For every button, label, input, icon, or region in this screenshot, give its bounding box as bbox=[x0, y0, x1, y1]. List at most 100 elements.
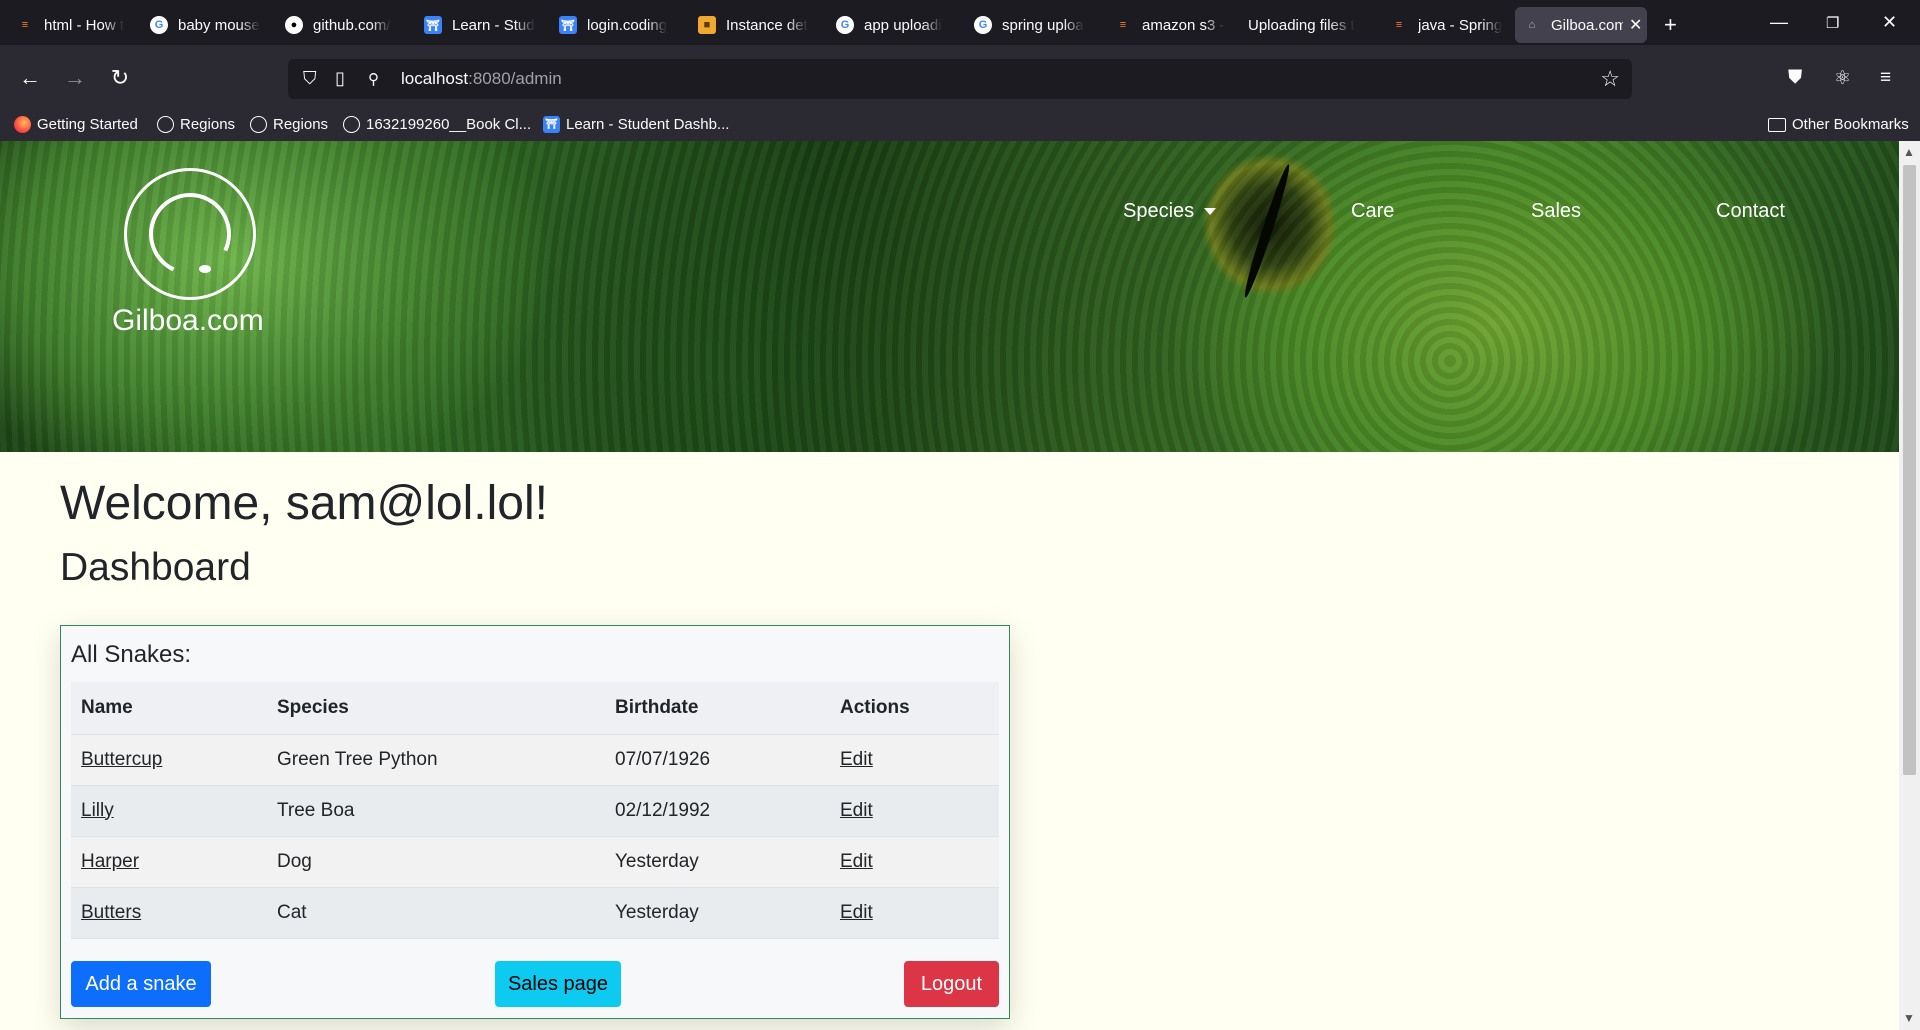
page-scrollbar[interactable]: ▲ ▼ bbox=[1899, 141, 1920, 1030]
tab-label: baby mouse bbox=[178, 16, 260, 34]
scrollbar-thumb[interactable] bbox=[1903, 165, 1916, 775]
tab-strip: ≡ html - How t G baby mouse ● github.com… bbox=[0, 0, 1920, 45]
gilboa-logo-icon[interactable] bbox=[124, 168, 256, 300]
nav-sales[interactable]: Sales bbox=[1531, 200, 1581, 223]
url-text[interactable]: localhost:8080/admin bbox=[401, 69, 562, 89]
tab-label: Instance det bbox=[726, 16, 808, 34]
tab-learn-student[interactable]: ⛩ Learn - Stud bbox=[416, 7, 541, 43]
bookmark-label: Regions bbox=[273, 116, 329, 133]
address-bar[interactable]: ⛉ ▯ ⚲ localhost:8080/admin ☆ bbox=[288, 59, 1632, 99]
welcome-heading: Welcome, sam@lol.lol! bbox=[60, 477, 548, 530]
bookmark-learn-student-dashboard[interactable]: ⛩ Learn - Student Dashb... bbox=[543, 116, 729, 133]
tab-label: java - Spring bbox=[1418, 16, 1503, 34]
edit-link[interactable]: Edit bbox=[840, 902, 873, 923]
codingdojo-icon: ⛩ bbox=[424, 16, 442, 34]
edit-link[interactable]: Edit bbox=[840, 851, 873, 872]
cell-birthdate: 07/07/1926 bbox=[605, 734, 830, 786]
sales-page-button[interactable]: Sales page bbox=[495, 961, 621, 1007]
header-actions: Actions bbox=[830, 682, 999, 735]
edit-link[interactable]: Edit bbox=[840, 749, 873, 770]
codingdojo-icon: ⛩ bbox=[543, 116, 560, 133]
card-title: All Snakes: bbox=[71, 641, 192, 668]
cell-species: Dog bbox=[267, 836, 605, 888]
tab-baby-mouse[interactable]: G baby mouse bbox=[142, 7, 267, 43]
tab-java-spring[interactable]: ≡ java - Spring bbox=[1382, 7, 1507, 43]
other-bookmarks[interactable]: Other Bookmarks bbox=[1768, 116, 1909, 133]
nav-species-dropdown[interactable]: Species bbox=[1123, 200, 1217, 223]
stackoverflow-icon: ≡ bbox=[1395, 19, 1403, 31]
cell-actions: Edit bbox=[830, 734, 999, 786]
forward-arrow-icon[interactable]: → bbox=[60, 65, 90, 91]
logout-button[interactable]: Logout bbox=[904, 961, 999, 1007]
cell-name: Buttercup bbox=[71, 734, 267, 786]
bookmark-regions-1[interactable]: Regions bbox=[157, 116, 235, 133]
bookmark-label: 1632199260__Book Cl... bbox=[366, 116, 532, 133]
close-tab-icon[interactable]: ✕ bbox=[1629, 15, 1642, 35]
shield-icon[interactable]: ⛉ bbox=[303, 68, 317, 89]
snake-name-link[interactable]: Harper bbox=[81, 851, 139, 872]
bookmark-label: Getting Started bbox=[37, 116, 138, 133]
restore-icon[interactable]: ❐ bbox=[1826, 14, 1839, 32]
codingdojo-icon: ⛩ bbox=[559, 16, 577, 34]
cell-name: Lilly bbox=[71, 785, 267, 837]
tab-gilboa-active[interactable]: ⌂ Gilboa.com ✕ bbox=[1515, 7, 1647, 43]
logo-ring bbox=[137, 181, 243, 287]
tab-login-coding[interactable]: ⛩ login.coding bbox=[551, 7, 676, 43]
nav-care[interactable]: Care bbox=[1351, 200, 1394, 223]
table-row: Harper Dog Yesterday Edit bbox=[71, 836, 999, 888]
cell-actions: Edit bbox=[830, 887, 999, 939]
tab-amazon-s3[interactable]: ≡ amazon s3 - bbox=[1106, 7, 1231, 43]
globe-icon bbox=[250, 116, 267, 133]
pocket-icon[interactable]: ⛊ bbox=[1788, 67, 1802, 89]
tab-label: app uploadi bbox=[864, 16, 942, 34]
tab-spring-upload[interactable]: G spring uploa bbox=[966, 7, 1091, 43]
tab-label: amazon s3 - bbox=[1142, 16, 1225, 34]
tab-app-upload[interactable]: G app uploadi bbox=[828, 7, 953, 43]
bookmark-label: Regions bbox=[180, 116, 236, 133]
bookmark-book-cl[interactable]: 1632199260__Book Cl... bbox=[343, 116, 531, 133]
tab-html-how-to[interactable]: ≡ html - How t bbox=[8, 7, 133, 43]
brand-name[interactable]: Gilboa.com bbox=[112, 304, 264, 338]
url-host: localhost bbox=[401, 69, 469, 88]
bookmark-regions-2[interactable]: Regions bbox=[250, 116, 328, 133]
tab-label: Learn - Stud bbox=[452, 16, 535, 34]
table-row: Butters Cat Yesterday Edit bbox=[71, 887, 999, 939]
tab-uploading-files[interactable]: Uploading files t bbox=[1240, 7, 1365, 43]
table-row: Lilly Tree Boa 02/12/1992 Edit bbox=[71, 785, 999, 837]
nav-contact[interactable]: Contact bbox=[1716, 200, 1785, 223]
dashboard-heading: Dashboard bbox=[60, 546, 251, 589]
bookmark-getting-started[interactable]: Getting Started bbox=[14, 116, 138, 133]
globe-icon bbox=[157, 116, 174, 133]
scroll-down-arrow-icon[interactable]: ▼ bbox=[1903, 1011, 1915, 1025]
edit-link[interactable]: Edit bbox=[840, 800, 873, 821]
page-icon: ▯ bbox=[335, 68, 345, 88]
bookmark-star-icon[interactable]: ☆ bbox=[1600, 66, 1620, 92]
snake-name-link[interactable]: Lilly bbox=[81, 800, 114, 821]
tab-github[interactable]: ● github.com/ bbox=[277, 7, 402, 43]
snake-eye-pupil bbox=[1240, 162, 1294, 300]
tab-label: github.com/ bbox=[313, 16, 391, 34]
tab-instance-details[interactable]: ■ Instance det bbox=[690, 7, 815, 43]
globe-icon bbox=[343, 116, 360, 133]
back-arrow-icon[interactable]: ← bbox=[15, 65, 45, 91]
permissions-icon[interactable]: ⚲ bbox=[368, 70, 379, 88]
close-window-icon[interactable]: ✕ bbox=[1882, 12, 1897, 33]
browser-toolbar: ← → ↻ ⛉ ▯ ⚲ localhost:8080/admin ☆ ⛊ ⚛ ≡ bbox=[0, 45, 1920, 117]
menu-icon[interactable]: ≡ bbox=[1880, 67, 1891, 89]
google-icon: G bbox=[836, 16, 854, 34]
stackoverflow-icon: ≡ bbox=[1119, 19, 1127, 31]
new-tab-plus-icon[interactable]: + bbox=[1664, 12, 1677, 38]
web-page: Gilboa.com Species Care Sales Contact We… bbox=[0, 141, 1899, 1030]
caret-down-icon bbox=[1204, 208, 1217, 216]
snake-name-link[interactable]: Butters bbox=[81, 902, 141, 923]
reload-icon[interactable]: ↻ bbox=[105, 65, 135, 91]
scroll-up-arrow-icon[interactable]: ▲ bbox=[1903, 145, 1915, 159]
table-row: Buttercup Green Tree Python 07/07/1926 E… bbox=[71, 734, 999, 786]
snake-name-link[interactable]: Buttercup bbox=[81, 749, 162, 770]
gilboa-icon: ⌂ bbox=[1528, 19, 1536, 31]
minimize-icon[interactable]: — bbox=[1770, 12, 1788, 33]
header-species: Species bbox=[267, 682, 605, 735]
cell-birthdate: Yesterday bbox=[605, 836, 830, 888]
add-snake-button[interactable]: Add a snake bbox=[71, 961, 211, 1007]
react-devtools-icon[interactable]: ⚛ bbox=[1834, 67, 1851, 90]
